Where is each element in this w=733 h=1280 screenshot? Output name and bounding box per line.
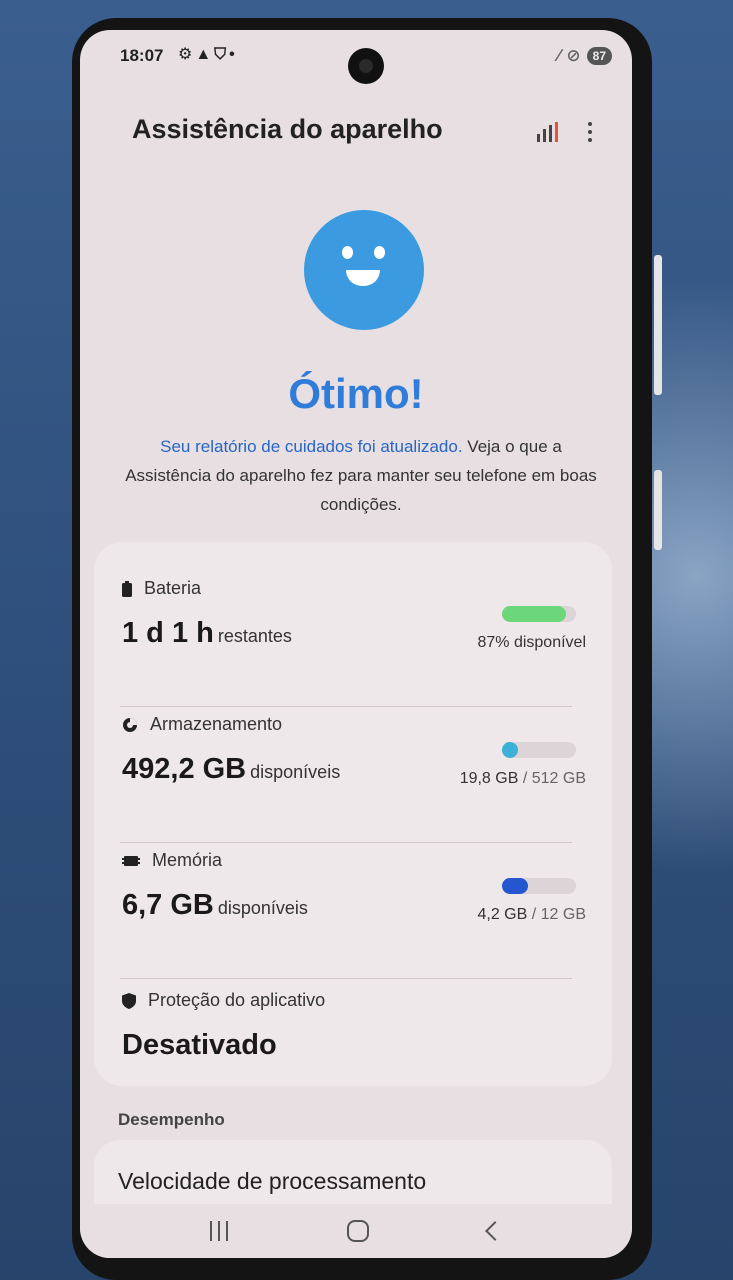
status-headline: Ótimo! [288, 370, 424, 417]
storage-label: Armazenamento [150, 714, 283, 734]
storage-bar [502, 742, 576, 758]
memory-available: 6,7 GB [122, 889, 214, 921]
notification-icons: ⚙▲⛉• [178, 46, 238, 63]
battery-unit: restantes [217, 626, 292, 646]
battery-status-icon: 87 [586, 47, 612, 65]
battery-available: 87% disponível [477, 634, 586, 651]
divider [120, 842, 572, 843]
memory-bar-fill [502, 878, 528, 894]
memory-unit: disponíveis [217, 898, 308, 918]
memory-used: 4,2 GB [477, 906, 528, 923]
battery-label: Bateria [144, 578, 202, 598]
memory-label: Memória [152, 850, 223, 870]
storage-used: 19,8 GB [459, 770, 519, 787]
memory-meter: 4,2 GB / 12 GB [477, 878, 586, 924]
front-camera [348, 48, 384, 84]
status-time: 18:07 [120, 46, 164, 65]
recent-apps-icon[interactable] [209, 1221, 228, 1241]
battery-bar [502, 606, 576, 622]
screen: 18:07 ⚙▲⛉• ∕ ⊘ 87 Assistência do aparelh… [80, 30, 632, 1258]
app-bar-actions [537, 122, 592, 142]
smiley-face-icon [304, 210, 424, 330]
memory-icon [122, 855, 140, 866]
processing-speed-item[interactable]: Velocidade de processamento [118, 1168, 426, 1195]
home-icon[interactable] [346, 1220, 369, 1242]
edit-icon: ∕ [557, 46, 561, 65]
storage-row[interactable]: Armazenamento 492,2 GB disponíveis 19,8 G… [122, 714, 586, 788]
back-icon[interactable] [485, 1221, 506, 1241]
storage-meter: 19,8 GB / 512 GB [460, 742, 586, 788]
storage-unit: disponíveis [250, 762, 341, 782]
do-not-disturb-icon: ⊘ [566, 46, 581, 65]
status-icons-right: ∕ ⊘ 87 [558, 46, 612, 66]
navigation-bar [80, 1204, 632, 1258]
storage-total: 512 GB [531, 770, 586, 787]
storage-separator: / [518, 770, 532, 787]
divider [120, 706, 572, 707]
divider [120, 978, 572, 979]
more-options-icon[interactable] [588, 122, 592, 142]
care-report-description: Seu relatório de cuidados foi atualizado… [120, 432, 602, 519]
app-protection-label: Proteção do aplicativo [148, 990, 326, 1010]
storage-icon [123, 717, 137, 732]
app-protection-row[interactable]: Proteção do aplicativo Desativado [122, 990, 586, 1062]
battery-bar-fill [502, 606, 567, 622]
device-care-card: Bateria 1 d 1 h restantes 87% disponível … [94, 542, 612, 1086]
page-title: Assistência do aparelho [132, 114, 443, 144]
power-button [654, 470, 662, 550]
shield-icon [122, 992, 136, 1009]
battery-meter: 87% disponível [477, 606, 586, 652]
battery-remaining: 1 d 1 h [122, 617, 214, 649]
battery-icon [122, 580, 132, 597]
memory-bar [502, 878, 576, 894]
storage-available: 492,2 GB [122, 753, 247, 785]
stats-icon[interactable] [537, 122, 558, 142]
memory-row[interactable]: Memória 6,7 GB disponíveis 4,2 GB / 12 GB [122, 850, 586, 924]
app-protection-value: Desativado [122, 1029, 277, 1061]
care-report-link[interactable]: Seu relatório de cuidados foi atualizado… [160, 437, 462, 456]
memory-total: 12 GB [540, 906, 586, 923]
performance-section-label: Desempenho [118, 1110, 225, 1129]
memory-separator: / [527, 906, 541, 923]
storage-bar-fill [502, 742, 519, 758]
battery-row[interactable]: Bateria 1 d 1 h restantes 87% disponível [122, 578, 586, 652]
volume-button [654, 255, 662, 395]
